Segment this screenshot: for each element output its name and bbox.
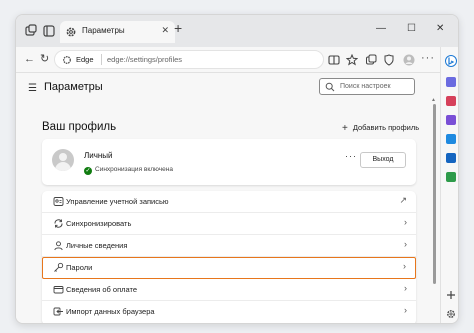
person-icon — [54, 241, 63, 251]
add-profile-button[interactable]: + Добавить профиль — [342, 122, 420, 134]
profile-more-button[interactable]: ··· — [345, 151, 357, 161]
profile-name: Личный — [84, 151, 113, 160]
scrollbar[interactable] — [433, 104, 436, 284]
chevron-right-icon: › — [404, 217, 407, 227]
search-icon — [325, 82, 335, 92]
list-item-passwords[interactable]: Пароли › — [42, 257, 416, 279]
import-icon — [53, 307, 63, 316]
profile-card: Личный ✓ Синхронизация включена ··· Выход — [42, 139, 416, 185]
sync-status: ✓ Синхронизация включена — [84, 166, 173, 175]
reload-button[interactable]: ↻ — [40, 53, 49, 65]
chevron-right-icon: › — [404, 283, 407, 293]
toolbar: ← ↻ Edge edge://settings/profiles ··· — [16, 47, 458, 73]
settings-search-input[interactable]: Поиск настроек — [319, 78, 415, 95]
games-icon[interactable] — [446, 115, 456, 125]
split-screen-icon[interactable] — [328, 54, 340, 66]
address-url[interactable]: edge://settings/profiles — [107, 55, 182, 64]
menu-icon[interactable]: ☰ — [28, 83, 37, 94]
scroll-up-arrow[interactable]: ▲ — [431, 97, 436, 103]
favorites-icon[interactable] — [346, 54, 358, 66]
add-sidebar-app-icon[interactable] — [446, 290, 456, 300]
edge-settings-icon — [63, 56, 71, 64]
list-item[interactable]: Личные сведения › — [42, 235, 416, 257]
list-item[interactable]: Синхронизировать › — [42, 213, 416, 235]
chevron-right-icon: › — [404, 239, 407, 249]
list-item-label: Импорт данных браузера — [66, 307, 155, 316]
tab-close-icon[interactable]: ✕ — [161, 25, 169, 36]
copilot-icon[interactable] — [445, 55, 457, 67]
browser-window: Параметры ✕ + — ☐ ✕ ← ↻ Edge edge://sett… — [15, 14, 459, 324]
shopping-icon[interactable] — [446, 172, 456, 182]
chevron-right-icon: › — [404, 305, 407, 315]
tools-icon[interactable] — [446, 96, 456, 106]
list-item-label: Управление учетной записью — [66, 197, 169, 206]
list-item-label: Пароли — [66, 263, 93, 272]
list-item-label: Личные сведения — [66, 241, 128, 250]
settings-more-button[interactable]: ··· — [421, 52, 435, 64]
tag-icon[interactable] — [446, 77, 456, 87]
chevron-right-icon: › — [403, 261, 406, 271]
collections-icon[interactable] — [365, 54, 377, 66]
section-title: Ваш профиль — [42, 121, 117, 133]
edge-sidebar — [440, 47, 458, 323]
tab-strip: Параметры ✕ + — ☐ ✕ — [16, 15, 458, 47]
office-icon[interactable] — [446, 134, 456, 144]
profile-settings-list: Управление учетной записью ↗ Синхронизир… — [42, 191, 416, 323]
gear-icon — [66, 27, 76, 37]
address-bar[interactable]: Edge edge://settings/profiles — [54, 50, 324, 69]
sidebar-settings-icon[interactable] — [446, 309, 456, 319]
check-icon: ✓ — [84, 167, 92, 175]
list-item[interactable]: Сведения об оплате › — [42, 279, 416, 301]
browser-essentials-icon[interactable] — [383, 54, 395, 66]
list-item-label: Сведения об оплате — [66, 285, 138, 294]
list-item[interactable]: Управление учетной записью ↗ — [42, 191, 416, 213]
plus-icon: + — [342, 123, 348, 134]
list-item-label: Синхронизировать — [66, 219, 132, 228]
external-link-icon: ↗ — [399, 195, 407, 205]
list-item[interactable]: Импорт данных браузера › — [42, 301, 416, 323]
minimize-button[interactable]: — — [376, 23, 386, 34]
add-profile-label: Добавить профиль — [352, 123, 420, 132]
logout-button[interactable]: Выход — [360, 152, 406, 168]
address-brand: Edge — [76, 55, 94, 64]
avatar — [52, 149, 74, 171]
tab-actions-icon[interactable] — [42, 24, 56, 38]
key-icon — [54, 262, 64, 272]
sync-status-text: Синхронизация включена — [95, 166, 173, 173]
tab-title: Параметры — [82, 26, 125, 35]
outlook-icon[interactable] — [446, 153, 456, 163]
profile-avatar-icon[interactable] — [403, 54, 415, 66]
search-placeholder: Поиск настроек — [340, 83, 391, 90]
tab-settings[interactable]: Параметры ✕ — [60, 21, 175, 43]
maximize-button[interactable]: ☐ — [407, 23, 416, 34]
page-title: Параметры — [44, 81, 103, 93]
account-icon — [53, 197, 64, 206]
address-separator — [101, 54, 102, 65]
close-window-button[interactable]: ✕ — [436, 23, 444, 34]
card-icon — [53, 286, 64, 294]
workspaces-icon[interactable] — [24, 24, 38, 38]
settings-page: ☰ Параметры Поиск настроек Ваш профиль +… — [16, 73, 440, 323]
sync-icon — [54, 219, 63, 228]
new-tab-button[interactable]: + — [174, 21, 182, 35]
back-button[interactable]: ← — [24, 53, 35, 65]
